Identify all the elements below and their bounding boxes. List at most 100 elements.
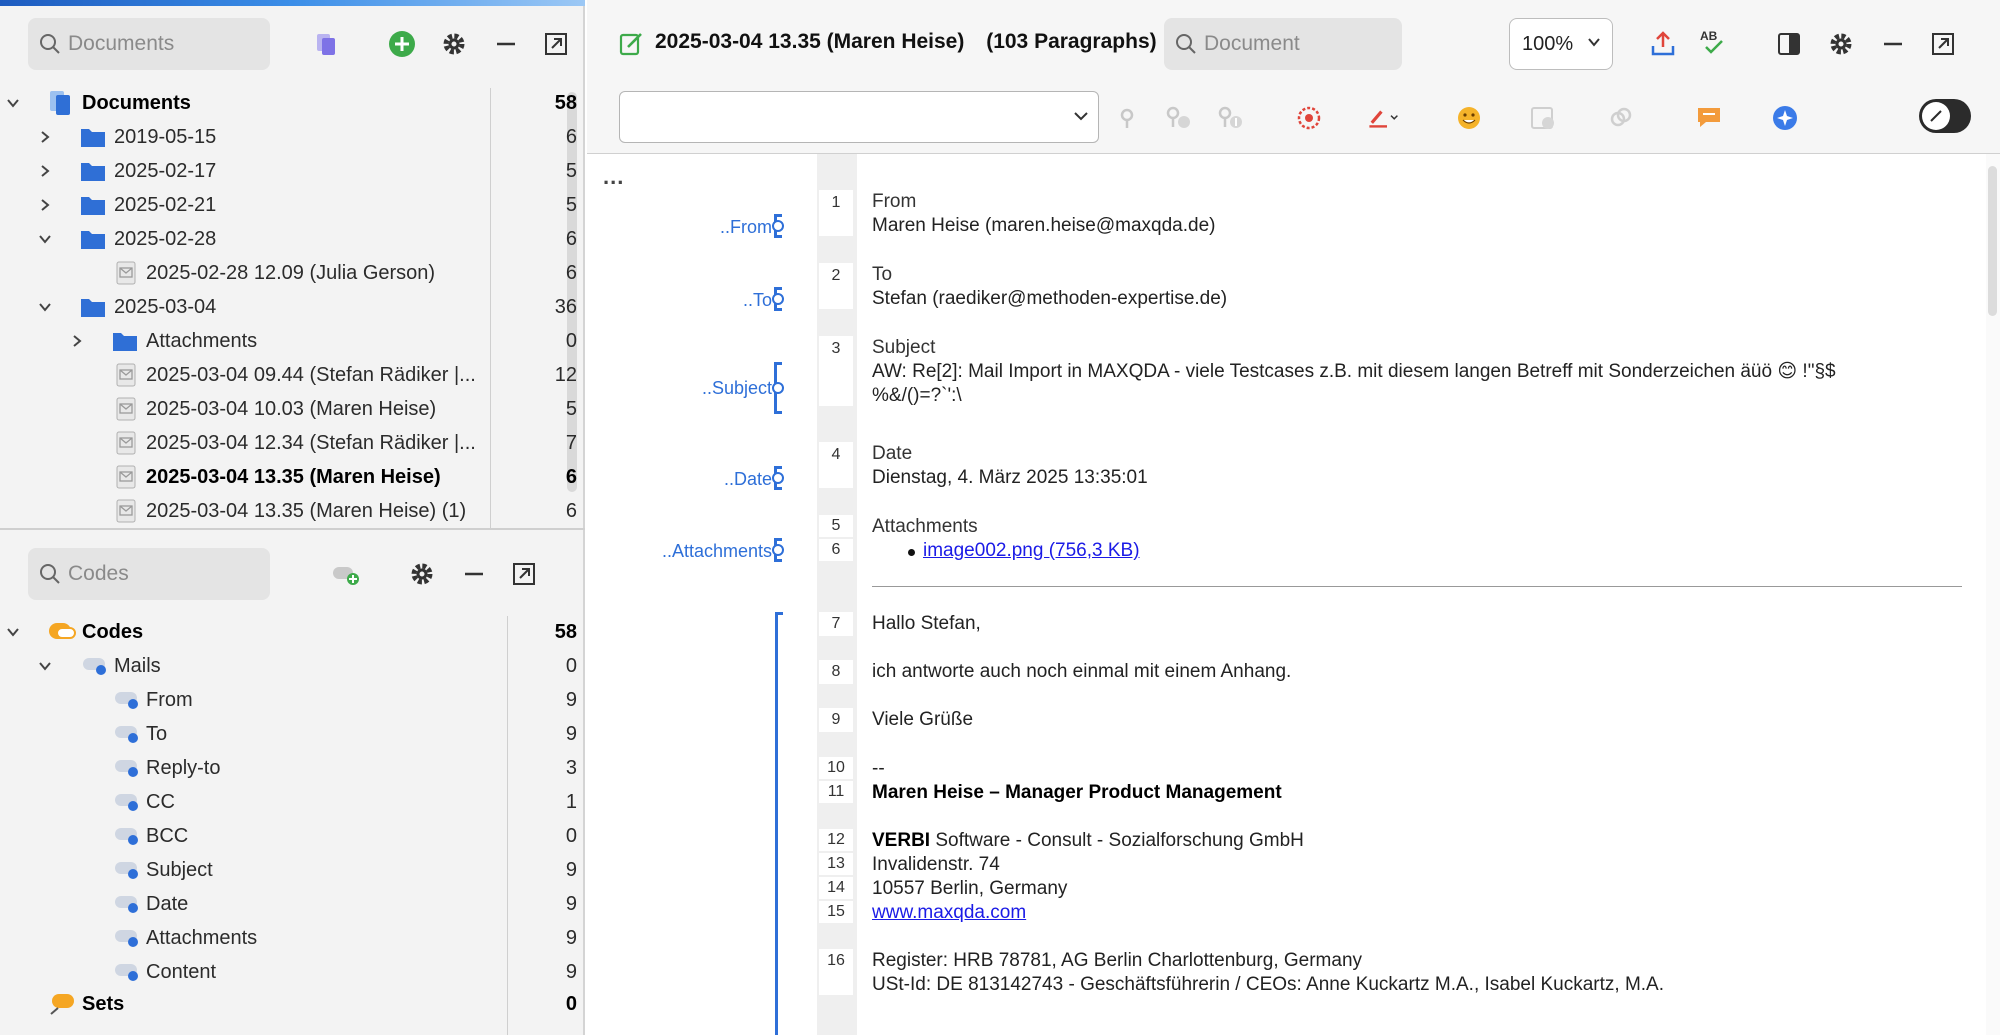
coding-bracket-dot[interactable] xyxy=(772,472,784,484)
code-row[interactable]: Reply-to 3 xyxy=(0,751,585,785)
edit-document-icon[interactable] xyxy=(615,28,647,60)
coding-bracket-dot[interactable] xyxy=(772,382,784,394)
margin-code-from[interactable]: ..From xyxy=(720,217,772,238)
margin-code-date[interactable]: ..Date xyxy=(724,469,772,490)
paragraph-number[interactable]: 16 xyxy=(819,949,853,995)
emoji-icon[interactable] xyxy=(1453,102,1485,134)
margin-code-attachments[interactable]: ..Attachments xyxy=(662,541,772,562)
paragraph-number[interactable]: 1 xyxy=(819,190,853,236)
minimize-icon[interactable] xyxy=(458,558,490,590)
coding-bracket-dot[interactable] xyxy=(772,293,784,305)
paragraph-number[interactable]: 13 xyxy=(819,853,853,875)
document-group-row[interactable]: 2025-03-04 36 xyxy=(0,290,585,324)
paragraph-number[interactable]: 7 xyxy=(819,612,853,636)
document-row[interactable]: 2025-03-04 12.34 (Stefan Rädiker |... 7 xyxy=(0,426,585,460)
spellcheck-icon[interactable]: AB xyxy=(1697,26,1729,58)
code-row[interactable]: BCC 0 xyxy=(0,819,585,853)
more-options-button[interactable]: ... xyxy=(603,164,624,190)
paragraph-number[interactable]: 15 xyxy=(819,901,853,923)
tree-count: 36 xyxy=(554,295,577,318)
chevron-right-icon[interactable] xyxy=(36,128,54,146)
code-with-color-icon[interactable] xyxy=(1215,102,1247,134)
ai-assist-icon[interactable] xyxy=(1769,102,1801,134)
coding-bracket-dot[interactable] xyxy=(772,220,784,232)
document-scrollbar-thumb[interactable] xyxy=(1988,166,1997,316)
split-view-icon[interactable] xyxy=(1773,28,1805,60)
chevron-right-icon[interactable] xyxy=(68,332,86,350)
coding-bracket-dot[interactable] xyxy=(772,544,784,556)
document-row[interactable]: 2025-03-04 09.44 (Stefan Rädiker |... 12 xyxy=(0,358,585,392)
quick-code-select[interactable] xyxy=(619,91,1099,143)
document-group-row[interactable]: 2025-02-17 5 xyxy=(0,154,585,188)
paragraph-number[interactable]: 14 xyxy=(819,877,853,899)
document-group-row[interactable]: 2019-05-15 6 xyxy=(0,120,585,154)
minimize-icon[interactable] xyxy=(1877,28,1909,60)
content-coding-stripe[interactable] xyxy=(775,612,778,1035)
paragraph-number[interactable]: 10 xyxy=(819,757,853,779)
documents-search-input[interactable]: Documents xyxy=(28,18,270,70)
document-row-active[interactable]: 2025-03-04 13.35 (Maren Heise) 6 xyxy=(0,460,585,494)
memo-icon[interactable] xyxy=(1693,102,1725,134)
panel-splitter[interactable] xyxy=(0,528,585,530)
chevron-down-icon[interactable] xyxy=(4,623,22,641)
code-row[interactable]: Subject 9 xyxy=(0,853,585,887)
edit-mode-toggle[interactable] xyxy=(1919,99,1971,133)
document-group-row[interactable]: 2025-02-28 6 xyxy=(0,222,585,256)
documents-root[interactable]: Documents 58 xyxy=(0,86,585,120)
document-group-row[interactable]: 2025-02-21 5 xyxy=(0,188,585,222)
chevron-right-icon[interactable] xyxy=(36,162,54,180)
paragraph-number[interactable]: 9 xyxy=(819,708,853,732)
code-row[interactable]: Content 9 xyxy=(0,955,585,989)
highlighter-icon[interactable] xyxy=(1367,102,1399,134)
code-row[interactable]: To 9 xyxy=(0,717,585,751)
add-document-icon[interactable] xyxy=(386,28,418,60)
codes-search-input[interactable]: Codes xyxy=(28,548,270,600)
minimize-icon[interactable] xyxy=(490,28,522,60)
paragraph-number[interactable]: 8 xyxy=(819,660,853,684)
emoticode-icon[interactable] xyxy=(1293,102,1325,134)
chevron-down-icon[interactable] xyxy=(36,230,54,248)
chevron-down-icon[interactable] xyxy=(36,657,54,675)
gear-icon[interactable] xyxy=(406,558,438,590)
export-icon[interactable] xyxy=(1647,28,1679,60)
add-code-icon[interactable] xyxy=(330,558,362,590)
gear-icon[interactable] xyxy=(438,28,470,60)
code-row[interactable]: Date 9 xyxy=(0,887,585,921)
document-sets-icon[interactable] xyxy=(310,28,342,60)
link-icon[interactable] xyxy=(1605,102,1637,134)
document-row[interactable]: 2025-02-28 12.09 (Julia Gerson) 6 xyxy=(0,256,585,290)
code-row[interactable]: From 9 xyxy=(0,683,585,717)
document-row[interactable]: 2025-03-04 13.35 (Maren Heise) (1) 6 xyxy=(0,494,585,528)
website-link[interactable]: www.maxqda.com xyxy=(872,902,1026,923)
paragraph-number[interactable]: 6 xyxy=(819,539,853,561)
gear-icon[interactable] xyxy=(1825,28,1857,60)
paraphrase-icon[interactable] xyxy=(1527,102,1559,134)
codes-root[interactable]: Codes 58 xyxy=(0,615,585,649)
undock-icon[interactable] xyxy=(540,28,572,60)
code-with-new-code-icon[interactable] xyxy=(1163,102,1195,134)
code-with-selected-code-icon[interactable] xyxy=(1111,102,1143,134)
paragraph-number[interactable]: 11 xyxy=(819,781,853,803)
paragraph-number[interactable]: 2 xyxy=(819,263,853,309)
chevron-down-icon[interactable] xyxy=(4,94,22,112)
code-row[interactable]: Mails 0 xyxy=(0,649,585,683)
document-group-row[interactable]: Attachments 0 xyxy=(0,324,585,358)
paragraph-number[interactable]: 3 xyxy=(819,336,853,406)
undock-icon[interactable] xyxy=(1927,28,1959,60)
margin-code-subject[interactable]: ..Subject xyxy=(702,378,772,399)
document-row[interactable]: 2025-03-04 10.03 (Maren Heise) 5 xyxy=(0,392,585,426)
zoom-select[interactable]: 100% xyxy=(1509,18,1613,70)
chevron-down-icon[interactable] xyxy=(36,298,54,316)
code-row[interactable]: Attachments 9 xyxy=(0,921,585,955)
attachment-link[interactable]: image002.png (756,3 KB) xyxy=(923,540,1140,561)
code-row[interactable]: CC 1 xyxy=(0,785,585,819)
undock-icon[interactable] xyxy=(508,558,540,590)
margin-code-to[interactable]: ..To xyxy=(743,290,772,311)
paragraph-number[interactable]: 5 xyxy=(819,515,853,537)
paragraph-number[interactable]: 4 xyxy=(819,442,853,488)
document-scrollbar[interactable] xyxy=(1986,154,2000,1035)
paragraph-number[interactable]: 12 xyxy=(819,829,853,851)
document-search-input[interactable]: Document xyxy=(1164,18,1402,70)
sets-root[interactable]: Sets 0 xyxy=(0,987,585,1021)
chevron-right-icon[interactable] xyxy=(36,196,54,214)
